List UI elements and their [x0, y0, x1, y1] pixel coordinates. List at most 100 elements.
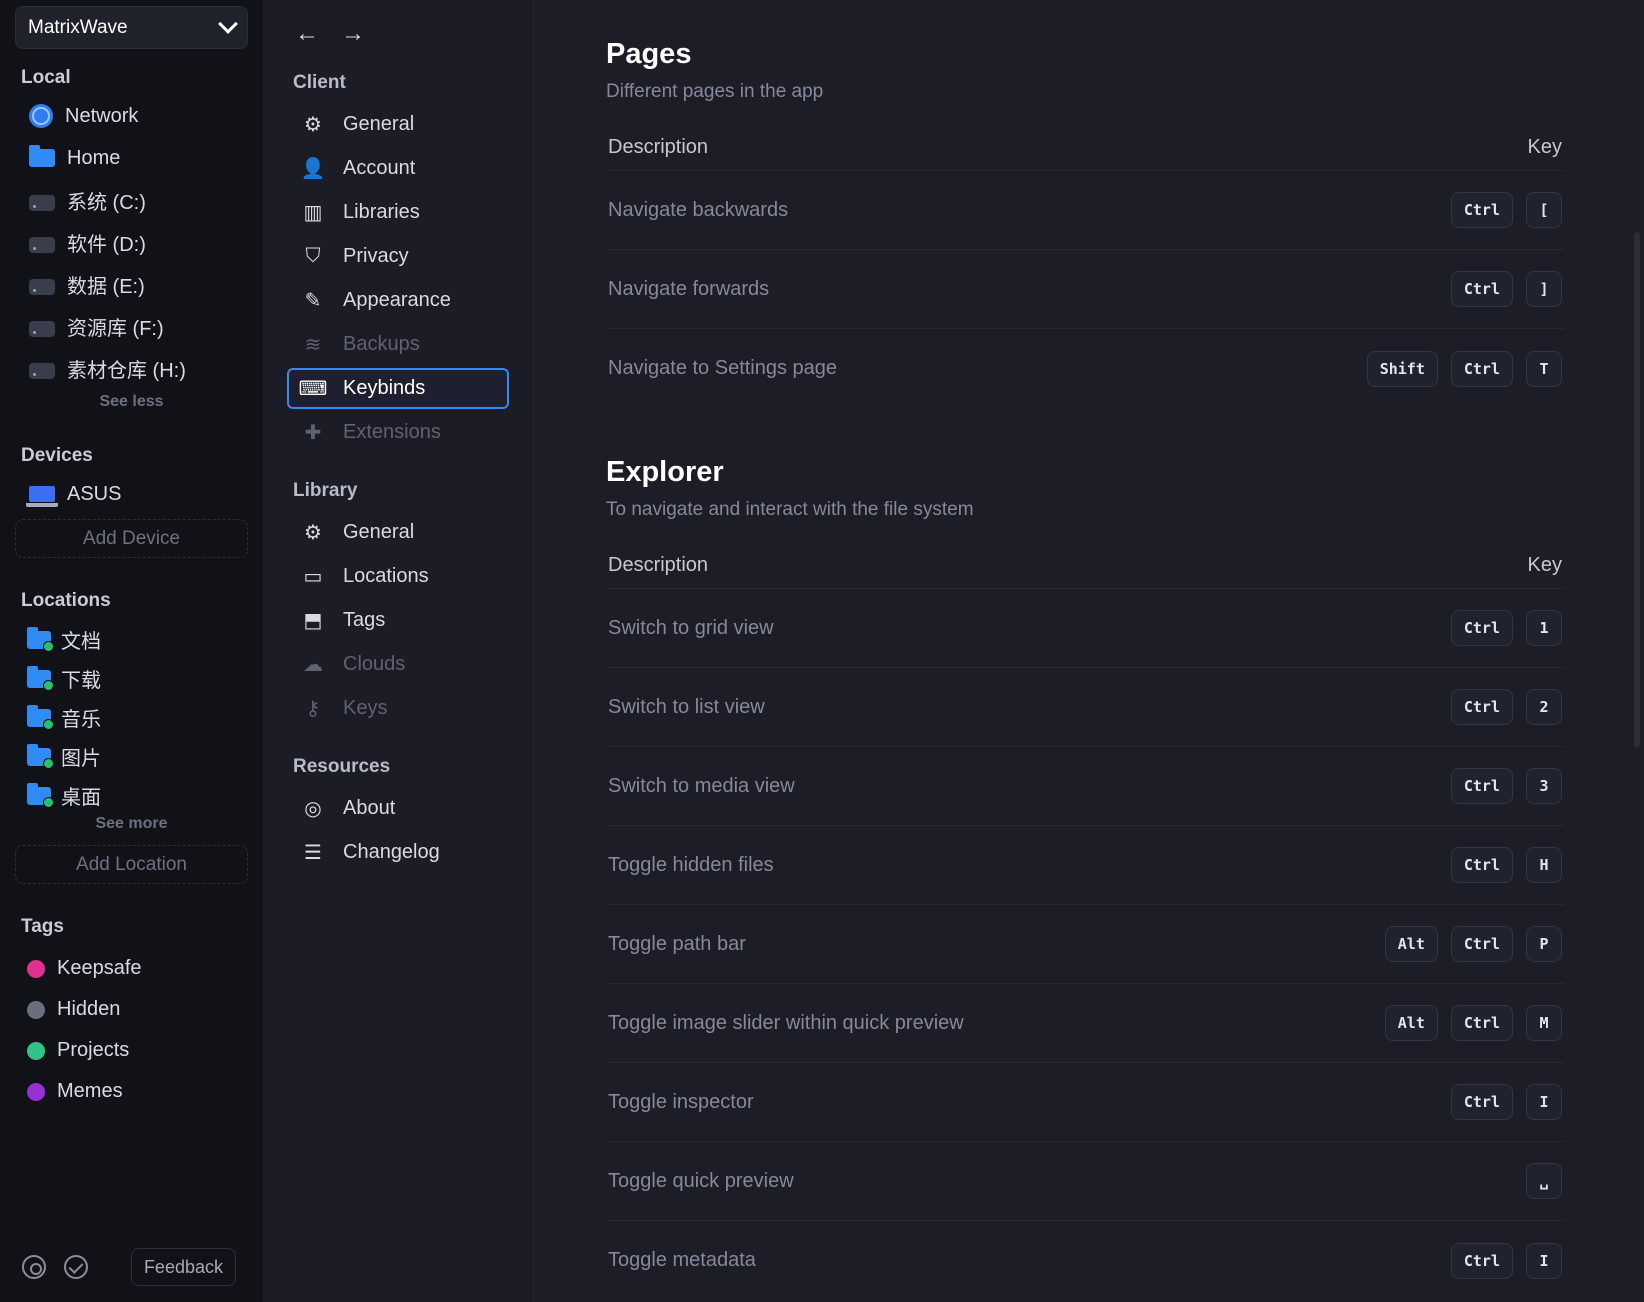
sidebar-local-item[interactable]: 资源库 (F:)	[15, 305, 248, 347]
gear-icon: ⚙	[304, 522, 322, 544]
keybind-description: Toggle metadata	[608, 1249, 756, 1271]
home-folder-icon	[29, 145, 55, 167]
locations-list: 文档下载音乐图片桌面	[15, 620, 248, 815]
nav-item-changelog[interactable]: ☰ Changelog	[287, 832, 509, 873]
nav-item-locations[interactable]: ▭ Locations	[287, 556, 509, 597]
nav-item-clouds[interactable]: ☁ Clouds	[287, 644, 509, 685]
keybind-keys: Ctrl H	[1450, 847, 1562, 883]
settings-gear-icon[interactable]	[22, 1255, 46, 1279]
nav-item-label: Appearance	[343, 289, 451, 311]
nav-item-label: Extensions	[343, 421, 441, 443]
nav-item-extensions[interactable]: ✚ Extensions	[287, 412, 509, 453]
key-cap: P	[1526, 926, 1562, 962]
sidebar-local-item[interactable]: Network	[15, 95, 248, 137]
sidebar-local-item[interactable]: 软件 (D:)	[15, 221, 248, 263]
sidebar-footer: Feedback	[22, 1248, 236, 1286]
nav-item-privacy[interactable]: ⛉ Privacy	[287, 236, 509, 277]
key-cap: 3	[1526, 768, 1562, 804]
keybind-keys: Ctrl I	[1450, 1084, 1562, 1120]
key-cap: Ctrl	[1450, 610, 1513, 646]
jobs-check-icon[interactable]	[64, 1255, 88, 1279]
see-more-link[interactable]: See more	[15, 815, 248, 833]
location-label: 下载	[61, 670, 101, 692]
nav-item-general[interactable]: ⚙ General	[287, 512, 509, 553]
sidebar-local-label: 数据 (E:)	[67, 275, 145, 298]
keybind-row: Toggle image slider within quick preview…	[606, 984, 1564, 1063]
sidebar-location-item[interactable]: 文档	[15, 620, 248, 659]
sidebar-local-item[interactable]: Home	[15, 137, 248, 179]
sidebar-local-label: 系统 (C:)	[67, 191, 146, 214]
keybind-row: Toggle path bar Alt Ctrl P	[606, 905, 1564, 984]
tag-color-dot	[27, 1000, 45, 1019]
key-cap: I	[1526, 1242, 1562, 1279]
sidebar-local-label: 软件 (D:)	[67, 233, 146, 256]
key-cap: Ctrl	[1450, 847, 1513, 883]
client-nav-list: ⚙ General 👤 Account ▥ Libraries ⛉ Privacy ✎ Appea…	[287, 104, 509, 453]
tag-color-dot	[27, 1082, 45, 1101]
forward-arrow-icon[interactable]: →	[341, 20, 365, 48]
key-cap: ␣	[1526, 1163, 1562, 1199]
drive-icon	[29, 237, 55, 253]
nav-item-backups[interactable]: ≋ Backups	[287, 324, 509, 365]
keybind-row: Toggle hidden files Ctrl H	[606, 826, 1564, 905]
sidebar-location-item[interactable]: 下载	[15, 659, 248, 698]
sidebar-local-item[interactable]: 素材仓库 (H:)	[15, 347, 248, 389]
sidebar-local-item[interactable]: 数据 (E:)	[15, 263, 248, 305]
explorer-subtitle: To navigate and interact with the file s…	[606, 499, 974, 520]
see-less-link[interactable]: See less	[15, 393, 248, 411]
add-location-button[interactable]: Add Location	[15, 845, 248, 884]
sidebar-location-item[interactable]: 音乐	[15, 698, 248, 737]
nav-item-keybinds[interactable]: ⌨ Keybinds	[287, 368, 509, 409]
tags-list: Keepsafe Hidden Projects Memes	[15, 948, 248, 1112]
location-label: 桌面	[61, 787, 101, 809]
sidebar-tag-item[interactable]: Projects	[15, 1030, 248, 1071]
local-list: Network Home 系统 (C:) 软件 (D:) 数据 (E:) 资源库 (F:)…	[15, 95, 248, 389]
books-icon: ▥	[303, 202, 323, 224]
content-scrollbar[interactable]	[1634, 232, 1640, 748]
keybinds-content: Pages Different pages in the app Descrip…	[534, 0, 1644, 1302]
keybind-description: Switch to grid view	[608, 616, 774, 639]
key-cap: Ctrl	[1450, 689, 1513, 725]
sidebar-location-item[interactable]: 图片	[15, 737, 248, 776]
key-cap: Ctrl	[1450, 1242, 1513, 1279]
pages-title: Pages	[606, 38, 692, 70]
nav-item-about[interactable]: ◎ About	[287, 788, 509, 829]
tag-label: Projects	[57, 1039, 130, 1061]
device-item[interactable]: ASUS	[15, 473, 248, 515]
explorer-table-header: Description Key	[606, 543, 1564, 589]
nav-item-label: Keys	[343, 697, 388, 719]
key-cap: Shift	[1366, 350, 1438, 387]
sidebar-tag-item[interactable]: Hidden	[15, 989, 248, 1030]
nav-item-libraries[interactable]: ▥ Libraries	[287, 192, 509, 233]
back-arrow-icon[interactable]: ←	[295, 20, 319, 48]
keybind-row: Switch to media view Ctrl 3	[606, 747, 1564, 826]
sidebar-location-item[interactable]: 桌面	[15, 776, 248, 815]
feedback-button[interactable]: Feedback	[130, 1248, 236, 1286]
nav-item-label: Backups	[343, 333, 420, 355]
sidebar-local-item[interactable]: 系统 (C:)	[15, 179, 248, 221]
sidebar-tag-item[interactable]: Memes	[15, 1071, 248, 1112]
nav-item-appearance[interactable]: ✎ Appearance	[287, 280, 509, 321]
sidebar-tag-item[interactable]: Keepsafe	[15, 948, 248, 989]
library-name: MatrixWave	[28, 16, 128, 38]
location-label: 音乐	[61, 709, 101, 731]
keybind-keys: Alt Ctrl P	[1384, 926, 1562, 962]
folder-icon	[27, 743, 54, 769]
key-cap: 2	[1526, 689, 1562, 725]
nav-item-general[interactable]: ⚙ General	[287, 104, 509, 145]
nav-item-account[interactable]: 👤 Account	[287, 148, 509, 189]
keybind-row: Toggle quick preview ␣	[606, 1142, 1564, 1221]
keybind-description: Navigate backwards	[608, 198, 789, 221]
nav-item-keys[interactable]: ⚷ Keys	[287, 688, 509, 729]
add-device-button[interactable]: Add Device	[15, 519, 248, 558]
keybind-keys: Ctrl I	[1450, 1242, 1562, 1279]
key-cap: H	[1526, 847, 1562, 883]
shield-icon: ⛉	[305, 245, 321, 267]
devices-section-title: Devices	[21, 445, 93, 466]
nav-item-tags[interactable]: ⬒ Tags	[287, 600, 509, 641]
history-arrows: ← →	[295, 20, 509, 48]
folder-icon	[27, 782, 54, 808]
library-selector[interactable]: MatrixWave	[15, 6, 248, 49]
drive-icon	[29, 195, 55, 211]
keybind-keys: Ctrl 1	[1450, 610, 1562, 646]
